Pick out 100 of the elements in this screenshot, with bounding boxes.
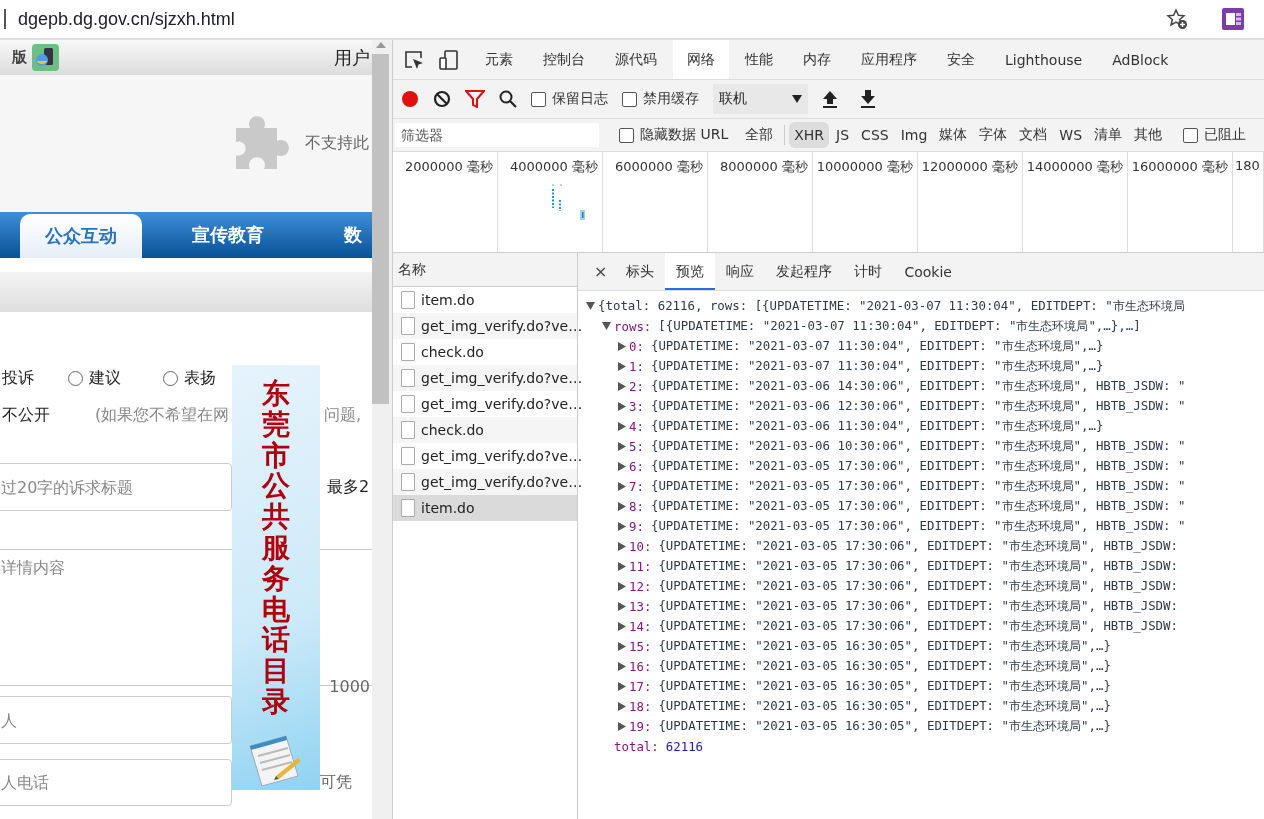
nav-tab[interactable]: 公众互动: [20, 214, 142, 258]
row-index: 3:: [629, 398, 644, 414]
type-filter-button[interactable]: 清单: [1089, 122, 1128, 148]
type-filter-button[interactable]: WS: [1054, 122, 1088, 148]
detail-tab[interactable]: 计时: [843, 253, 894, 290]
devtools-tab[interactable]: Lighthouse: [991, 40, 1097, 79]
throttling-select[interactable]: 联机: [713, 84, 808, 114]
preserve-log-label: 保留日志: [552, 90, 608, 108]
row-summary: {UPDATETIME: "2021-03-05 16:30:05", EDITDEPT: "市生态环境局",…}: [658, 657, 1111, 675]
devtools-tab[interactable]: 性能: [731, 40, 787, 79]
detail-tab[interactable]: 标头: [615, 253, 666, 290]
row-summary: {UPDATETIME: "2021-03-05 17:30:06", EDITDEPT: "市生态环境局", HBTB_JSDW:: [658, 597, 1178, 615]
name-field[interactable]: 人: [0, 696, 232, 744]
type-filter-button[interactable]: 全部: [740, 122, 779, 148]
page-scrollbar[interactable]: [372, 40, 393, 819]
expand-triangle-icon[interactable]: [618, 441, 626, 451]
expand-triangle-icon[interactable]: [618, 341, 626, 351]
close-button[interactable]: ×: [586, 253, 616, 290]
collapse-triangle-icon[interactable]: [586, 302, 595, 310]
type-filter-button[interactable]: JS: [831, 122, 855, 148]
devtools-tab[interactable]: 安全: [933, 40, 989, 79]
upload-icon[interactable]: [822, 90, 838, 108]
expand-triangle-icon[interactable]: [618, 421, 626, 431]
phone-field[interactable]: 人电话: [0, 759, 232, 806]
type-filter-button[interactable]: 其他: [1129, 122, 1168, 148]
devtools-tab[interactable]: 内存: [789, 40, 845, 79]
type-filter-button[interactable]: CSS: [856, 122, 894, 148]
complaint-option-label[interactable]: 投诉: [2, 367, 34, 389]
nav-tab[interactable]: 数: [338, 212, 368, 258]
expand-triangle-icon[interactable]: [618, 381, 626, 391]
blocked-requests-checkbox[interactable]: [1183, 127, 1199, 143]
expand-triangle-icon[interactable]: [618, 361, 626, 371]
expand-triangle-icon[interactable]: [618, 701, 626, 711]
search-icon[interactable]: [499, 90, 517, 108]
detail-tab[interactable]: 响应: [715, 253, 766, 290]
devtools-tab[interactable]: 元素: [471, 40, 527, 79]
row-index: 19:: [629, 718, 652, 734]
expand-triangle-icon[interactable]: [618, 541, 626, 551]
expand-triangle-icon[interactable]: [618, 581, 626, 591]
radio-label: 表扬: [184, 367, 216, 389]
expand-triangle-icon[interactable]: [618, 561, 626, 571]
detail-tab[interactable]: 预览: [665, 253, 716, 290]
row-summary: {UPDATETIME: "2021-03-06 12:30:06", EDITDEPT: "市生态环境局", HBTB_JSDW: ": [650, 397, 1186, 415]
scroll-thumb[interactable]: [372, 54, 389, 404]
title-field[interactable]: 过20字的诉求标题: [0, 463, 232, 511]
request-row[interactable]: item.do: [393, 495, 577, 521]
devtools-tab[interactable]: 源代码: [601, 40, 671, 79]
expand-triangle-icon[interactable]: [618, 521, 626, 531]
row-summary: {UPDATETIME: "2021-03-05 16:30:05", EDITDEPT: "市生态环境局",…}: [658, 677, 1111, 695]
collapse-triangle-icon[interactable]: [602, 322, 611, 330]
type-filter-button[interactable]: 文档: [1014, 122, 1053, 148]
expand-triangle-icon[interactable]: [618, 481, 626, 491]
caret-down-icon[interactable]: [792, 95, 802, 103]
name-column-header[interactable]: 名称: [398, 260, 426, 279]
detail-tab[interactable]: 发起程序: [765, 253, 844, 290]
filter-icon[interactable]: [465, 90, 485, 108]
disable-cache-checkbox[interactable]: [622, 91, 637, 107]
devtools-tab[interactable]: 控制台: [529, 40, 599, 79]
radio-button[interactable]: [68, 370, 83, 386]
detail-tab[interactable]: Cookie: [893, 253, 963, 290]
expand-triangle-icon[interactable]: [618, 681, 626, 691]
expand-triangle-icon[interactable]: [618, 661, 626, 671]
devtools-tab[interactable]: 应用程序: [847, 40, 931, 79]
devtools-tab[interactable]: 网络: [673, 40, 729, 79]
address-url[interactable]: dgepb.dg.gov.cn/sjzxh.html: [18, 8, 1166, 30]
expand-triangle-icon[interactable]: [618, 461, 626, 471]
notebook-app-icon[interactable]: [1222, 8, 1244, 30]
request-row[interactable]: check.do: [393, 417, 577, 443]
filter-field[interactable]: 筛选器: [395, 123, 599, 147]
radio-button[interactable]: [163, 370, 178, 386]
user-link[interactable]: 用户: [334, 45, 370, 70]
devtools-tab[interactable]: AdBlock: [1098, 40, 1183, 79]
expand-triangle-icon[interactable]: [618, 601, 626, 611]
expand-triangle-icon[interactable]: [618, 721, 626, 731]
expand-triangle-icon[interactable]: [618, 621, 626, 631]
nav-tab[interactable]: 宣传教育: [186, 212, 270, 258]
expand-triangle-icon[interactable]: [618, 641, 626, 651]
directory-banner[interactable]: 东莞市公共服务电话目录: [232, 365, 320, 790]
type-filter-button[interactable]: Img: [895, 122, 933, 148]
hide-data-urls-checkbox[interactable]: [619, 127, 634, 143]
type-filter-button[interactable]: 媒体: [934, 122, 973, 148]
download-icon[interactable]: [860, 90, 876, 108]
file-icon: [401, 343, 415, 361]
record-icon[interactable]: [401, 90, 419, 108]
phone-app-icon[interactable]: [32, 44, 59, 71]
type-filter-button[interactable]: XHR: [789, 122, 830, 148]
clear-icon[interactable]: [433, 90, 451, 108]
row-summary: {UPDATETIME: "2021-03-05 17:30:06", EDITDEPT: "市生态环境局", HBTB_JSDW:: [658, 617, 1178, 635]
mobile-version-label[interactable]: 版: [12, 48, 27, 67]
privacy-option-label[interactable]: 不公开: [2, 404, 50, 426]
star-plus-icon[interactable]: [1166, 8, 1188, 30]
privacy-note: (如果您不希望在网: [95, 404, 230, 426]
preserve-log-checkbox[interactable]: [531, 91, 546, 107]
expand-triangle-icon[interactable]: [618, 501, 626, 511]
type-filter-button[interactable]: 字体: [974, 122, 1013, 148]
hide-data-urls-label: 隐藏数据 URL: [640, 126, 729, 144]
expand-triangle-icon[interactable]: [618, 401, 626, 411]
row-index: 14:: [629, 618, 652, 634]
timeline-tick-label: 4000000 毫秒: [509, 158, 598, 176]
title-length-hint: 最多2: [327, 476, 370, 498]
